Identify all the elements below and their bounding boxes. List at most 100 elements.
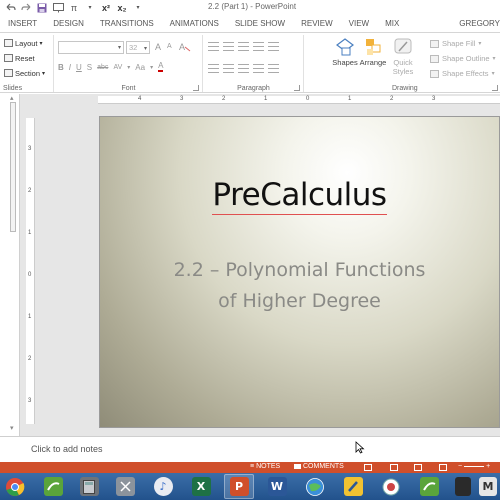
line-spacing-icon[interactable] bbox=[268, 42, 279, 51]
reset-button[interactable]: Reset bbox=[4, 52, 35, 64]
taskbar-browser[interactable] bbox=[300, 474, 330, 499]
align-center-icon[interactable] bbox=[223, 64, 234, 73]
underline-button[interactable]: U bbox=[76, 63, 82, 72]
scroll-up-icon[interactable]: ▴ bbox=[10, 94, 14, 102]
font-dialog-launcher-icon[interactable] bbox=[193, 85, 199, 91]
clear-formatting-icon[interactable]: A bbox=[179, 41, 191, 54]
paragraph-group-label: Paragraph bbox=[237, 85, 270, 92]
mouse-cursor-icon bbox=[355, 441, 365, 454]
scroll-down-icon[interactable]: ▾ bbox=[10, 424, 14, 432]
chevron-down-icon: ▾ bbox=[478, 41, 482, 47]
slide-subtitle[interactable]: 2.2 – Polynomial Functions of Higher Deg… bbox=[100, 255, 499, 317]
font-name-combobox[interactable]: ▾ bbox=[58, 41, 124, 54]
zoom-out-icon[interactable]: − bbox=[458, 463, 462, 470]
windows-taskbar: ♪ X P W M bbox=[0, 473, 500, 500]
slideshow-view-icon[interactable] bbox=[439, 464, 447, 471]
taskbar-word[interactable]: W bbox=[262, 474, 292, 499]
taskbar-chrome[interactable] bbox=[0, 474, 30, 499]
taskbar-powerpoint[interactable]: P bbox=[224, 474, 254, 499]
increase-indent-icon[interactable] bbox=[253, 42, 264, 51]
redo-icon[interactable] bbox=[19, 1, 33, 14]
tab-transitions[interactable]: TRANSITIONS bbox=[92, 16, 162, 32]
change-case-button[interactable]: Aa bbox=[135, 63, 145, 72]
chevron-down-icon[interactable]: ▾ bbox=[83, 1, 97, 14]
shape-effects-icon bbox=[430, 69, 439, 78]
slide-thumbnail-pane[interactable]: ▴ ▾ bbox=[0, 94, 20, 436]
slideshow-from-start-icon[interactable] bbox=[51, 1, 65, 14]
taskbar-snipping-tool[interactable] bbox=[110, 474, 140, 499]
strikethrough-button[interactable]: abc bbox=[97, 64, 108, 71]
align-right-icon[interactable] bbox=[238, 64, 249, 73]
shape-effects-button[interactable]: Shape Effects ▾ bbox=[430, 69, 495, 78]
layout-button[interactable]: Layout ▾ bbox=[4, 37, 43, 49]
horizontal-ruler[interactable]: 4 3 2 1 0 1 2 3 bbox=[98, 96, 500, 104]
taskbar-mix-app[interactable] bbox=[38, 474, 68, 499]
layout-icon bbox=[4, 39, 13, 47]
undo-icon[interactable] bbox=[3, 1, 17, 14]
taskbar-network[interactable] bbox=[376, 474, 406, 499]
font-color-button[interactable]: A bbox=[158, 62, 164, 72]
font-size-combobox[interactable]: 32 ▾ bbox=[126, 41, 150, 54]
superscript-button[interactable]: x² bbox=[99, 1, 113, 14]
quick-styles-button[interactable]: Quick Styles bbox=[388, 38, 418, 76]
snipping-tool-icon bbox=[115, 477, 135, 496]
tab-mix[interactable]: MIX bbox=[377, 16, 407, 32]
notes-pane[interactable]: Click to add notes bbox=[0, 436, 500, 462]
taskbar-calculator[interactable] bbox=[74, 474, 104, 499]
bold-button[interactable]: B bbox=[58, 63, 64, 72]
tab-insert[interactable]: INSERT bbox=[0, 16, 45, 32]
tab-review[interactable]: REVIEW bbox=[293, 16, 341, 32]
thumbnail-scrollbar[interactable] bbox=[10, 102, 16, 232]
slides-group: Layout ▾ Reset Section ▾ Slides bbox=[0, 35, 54, 92]
normal-view-icon[interactable] bbox=[364, 464, 372, 471]
italic-button[interactable]: I bbox=[69, 63, 71, 72]
bullets-icon[interactable] bbox=[208, 42, 219, 51]
ribbon: Layout ▾ Reset Section ▾ Slides ▾ 32 ▾ A… bbox=[0, 32, 500, 93]
shape-outline-icon bbox=[430, 54, 439, 63]
subscript-button[interactable]: x₂ bbox=[115, 1, 129, 14]
slide-title[interactable]: PreCalculus bbox=[100, 177, 499, 215]
slide-canvas[interactable]: PreCalculus 2.2 – Polynomial Functions o… bbox=[99, 116, 500, 428]
notes-toggle-button[interactable]: ≡ NOTES bbox=[250, 463, 280, 470]
shapes-button[interactable]: Shapes bbox=[330, 38, 360, 67]
tab-design[interactable]: DESIGN bbox=[45, 16, 92, 32]
calculator-icon bbox=[79, 477, 99, 496]
section-button[interactable]: Section ▾ bbox=[4, 67, 45, 79]
user-account[interactable]: GREGORY bbox=[459, 16, 500, 32]
save-icon[interactable] bbox=[35, 1, 49, 14]
comment-icon bbox=[294, 464, 301, 469]
section-label: Section bbox=[15, 68, 41, 78]
justify-icon[interactable] bbox=[253, 64, 264, 73]
shrink-font-button[interactable]: A bbox=[167, 43, 172, 50]
paragraph-dialog-launcher-icon[interactable] bbox=[294, 85, 300, 91]
comments-toggle-button[interactable]: COMMENTS bbox=[294, 463, 344, 470]
arrange-button[interactable]: Arrange bbox=[358, 38, 388, 67]
numbering-icon[interactable] bbox=[223, 42, 234, 51]
taskbar-paint[interactable] bbox=[338, 474, 368, 499]
tab-view[interactable]: VIEW bbox=[341, 16, 377, 32]
drawing-dialog-launcher-icon[interactable] bbox=[492, 85, 498, 91]
decrease-indent-icon[interactable] bbox=[238, 42, 249, 51]
drawing-group: Shapes Arrange Quick Styles Shape Fill ▾ bbox=[306, 35, 500, 92]
tab-slide-show[interactable]: SLIDE SHOW bbox=[227, 16, 293, 32]
pi-equation-button[interactable]: π bbox=[67, 1, 81, 14]
zoom-in-icon[interactable]: + bbox=[486, 463, 490, 470]
zoom-slider[interactable]: − + bbox=[458, 463, 490, 470]
taskbar-mix-app-2[interactable] bbox=[414, 474, 444, 499]
taskbar-excel[interactable]: X bbox=[186, 474, 216, 499]
reading-view-icon[interactable] bbox=[414, 464, 422, 471]
grow-font-button[interactable]: A bbox=[155, 42, 161, 52]
customize-qat-icon[interactable]: ▾ bbox=[131, 1, 145, 14]
shape-fill-button[interactable]: Shape Fill ▾ bbox=[430, 39, 481, 48]
taskbar-itunes[interactable]: ♪ bbox=[148, 474, 178, 499]
shadow-button[interactable]: S bbox=[87, 63, 92, 72]
align-left-icon[interactable] bbox=[208, 64, 219, 73]
taskbar-app-dark[interactable] bbox=[452, 474, 474, 499]
slide-sorter-icon[interactable] bbox=[390, 464, 398, 471]
tab-animations[interactable]: ANIMATIONS bbox=[162, 16, 227, 32]
columns-icon[interactable] bbox=[268, 64, 279, 73]
vertical-ruler[interactable]: 3 2 1 0 1 2 3 bbox=[26, 118, 35, 424]
character-spacing-button[interactable]: AV bbox=[113, 64, 122, 71]
shape-outline-button[interactable]: Shape Outline ▾ bbox=[430, 54, 496, 63]
taskbar-app-m[interactable]: M bbox=[476, 474, 500, 499]
